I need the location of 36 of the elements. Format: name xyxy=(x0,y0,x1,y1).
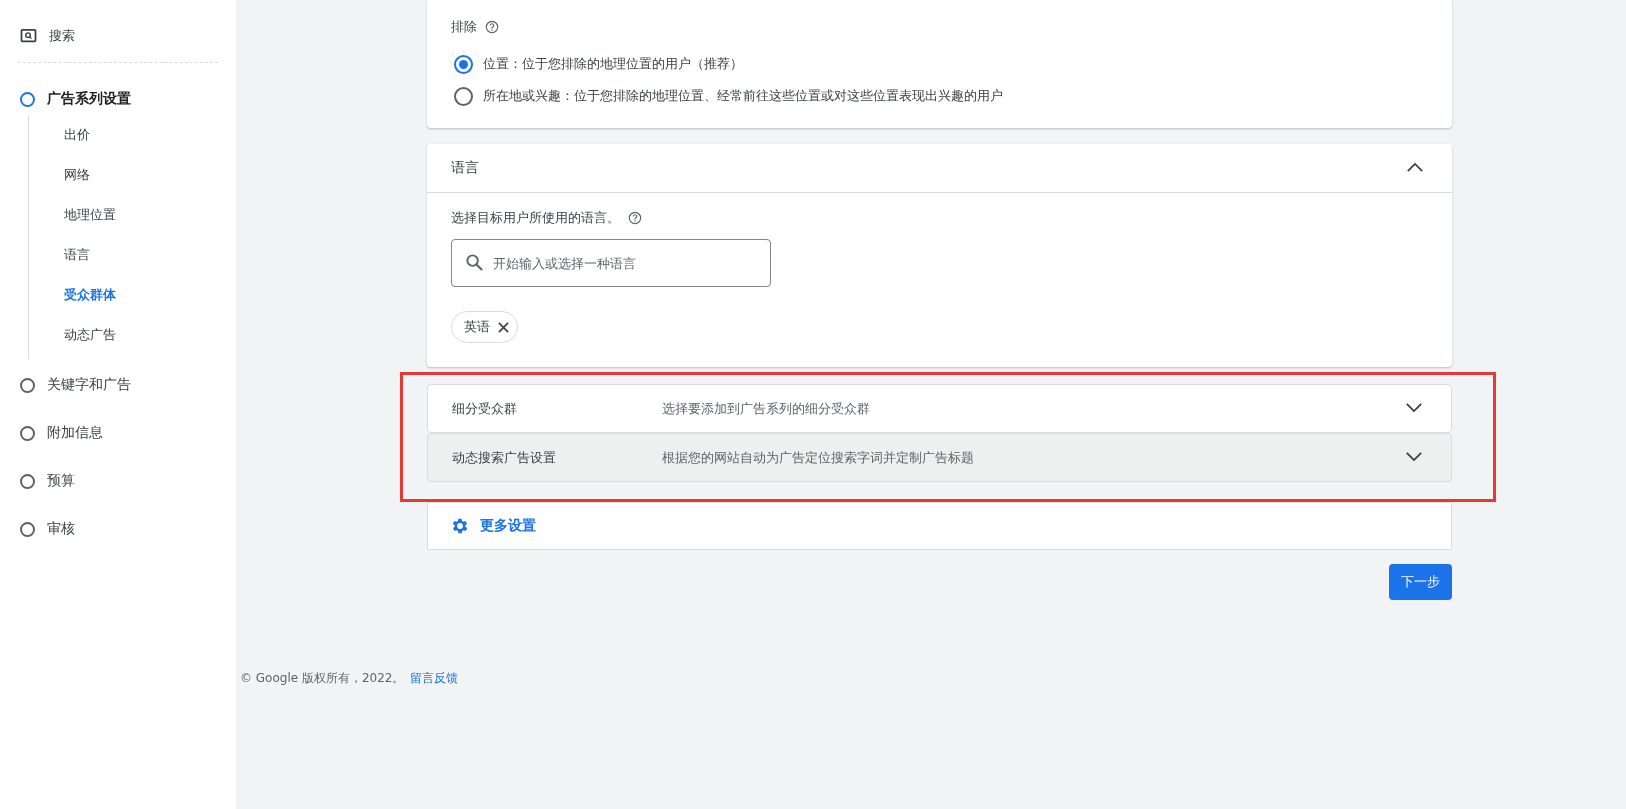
sidebar-item[interactable]: 地理位置 xyxy=(64,206,116,224)
sidebar-step[interactable]: 关键字和广告 xyxy=(47,376,131,394)
collapsible-panel[interactable]: 动态搜索广告设置 根据您的网站自动为广告定位搜索字词并定制广告标题 xyxy=(427,433,1452,482)
language-prompt: 选择目标用户所使用的语言。 xyxy=(451,209,620,227)
search-icon xyxy=(20,29,37,43)
section-title: 语言 xyxy=(451,159,479,177)
copyright-text: © Google 版权所有，2022。 xyxy=(240,670,405,687)
next-button[interactable]: 下一步 xyxy=(1389,564,1452,600)
sidebar-step[interactable]: 广告系列设置 xyxy=(47,90,131,108)
feedback-link[interactable]: 留言反馈 xyxy=(410,670,459,687)
help-icon[interactable] xyxy=(485,20,499,34)
sidebar-item[interactable]: 出价 xyxy=(64,126,90,144)
more-settings-link[interactable]: 更多设置 xyxy=(450,516,536,536)
close-icon[interactable] xyxy=(498,321,509,333)
sidebar-item[interactable]: 语言 xyxy=(64,246,90,264)
sidebar-item[interactable]: 网络 xyxy=(64,166,90,184)
sidebar-step[interactable]: 预算 xyxy=(47,472,75,490)
radio-label: 位置：位于您排除的地理位置的用户（推荐） xyxy=(483,55,743,73)
radio-label: 所在地或兴趣：位于您排除的地理位置、经常前往这些位置或对这些位置表现出兴趣的用户 xyxy=(483,87,1003,105)
radio-button[interactable] xyxy=(454,54,473,74)
collapsible-panel[interactable]: 细分受众群 选择要添加到广告系列的细分受众群 xyxy=(427,384,1452,433)
sidebar-step[interactable]: 附加信息 xyxy=(47,424,103,442)
sidebar-item[interactable]: 动态广告 xyxy=(64,326,116,344)
chevron-down-icon[interactable] xyxy=(1405,451,1423,462)
exclusion-label: 排除 xyxy=(451,18,477,36)
help-icon[interactable] xyxy=(628,211,642,225)
sidebar-item[interactable]: 受众群体 xyxy=(64,286,116,304)
language-chip[interactable]: 英语 xyxy=(451,311,518,343)
radio-button[interactable] xyxy=(454,86,473,106)
language-search-field[interactable]: 开始输入或选择一种语言 xyxy=(451,239,771,287)
sidebar-step[interactable]: 审核 xyxy=(47,520,75,538)
search-icon xyxy=(465,253,484,272)
campaign-type-label: 搜索 xyxy=(49,27,75,45)
settings-icon xyxy=(450,516,470,536)
chevron-down-icon[interactable] xyxy=(1405,402,1423,413)
chevron-up-icon[interactable] xyxy=(1406,162,1424,173)
